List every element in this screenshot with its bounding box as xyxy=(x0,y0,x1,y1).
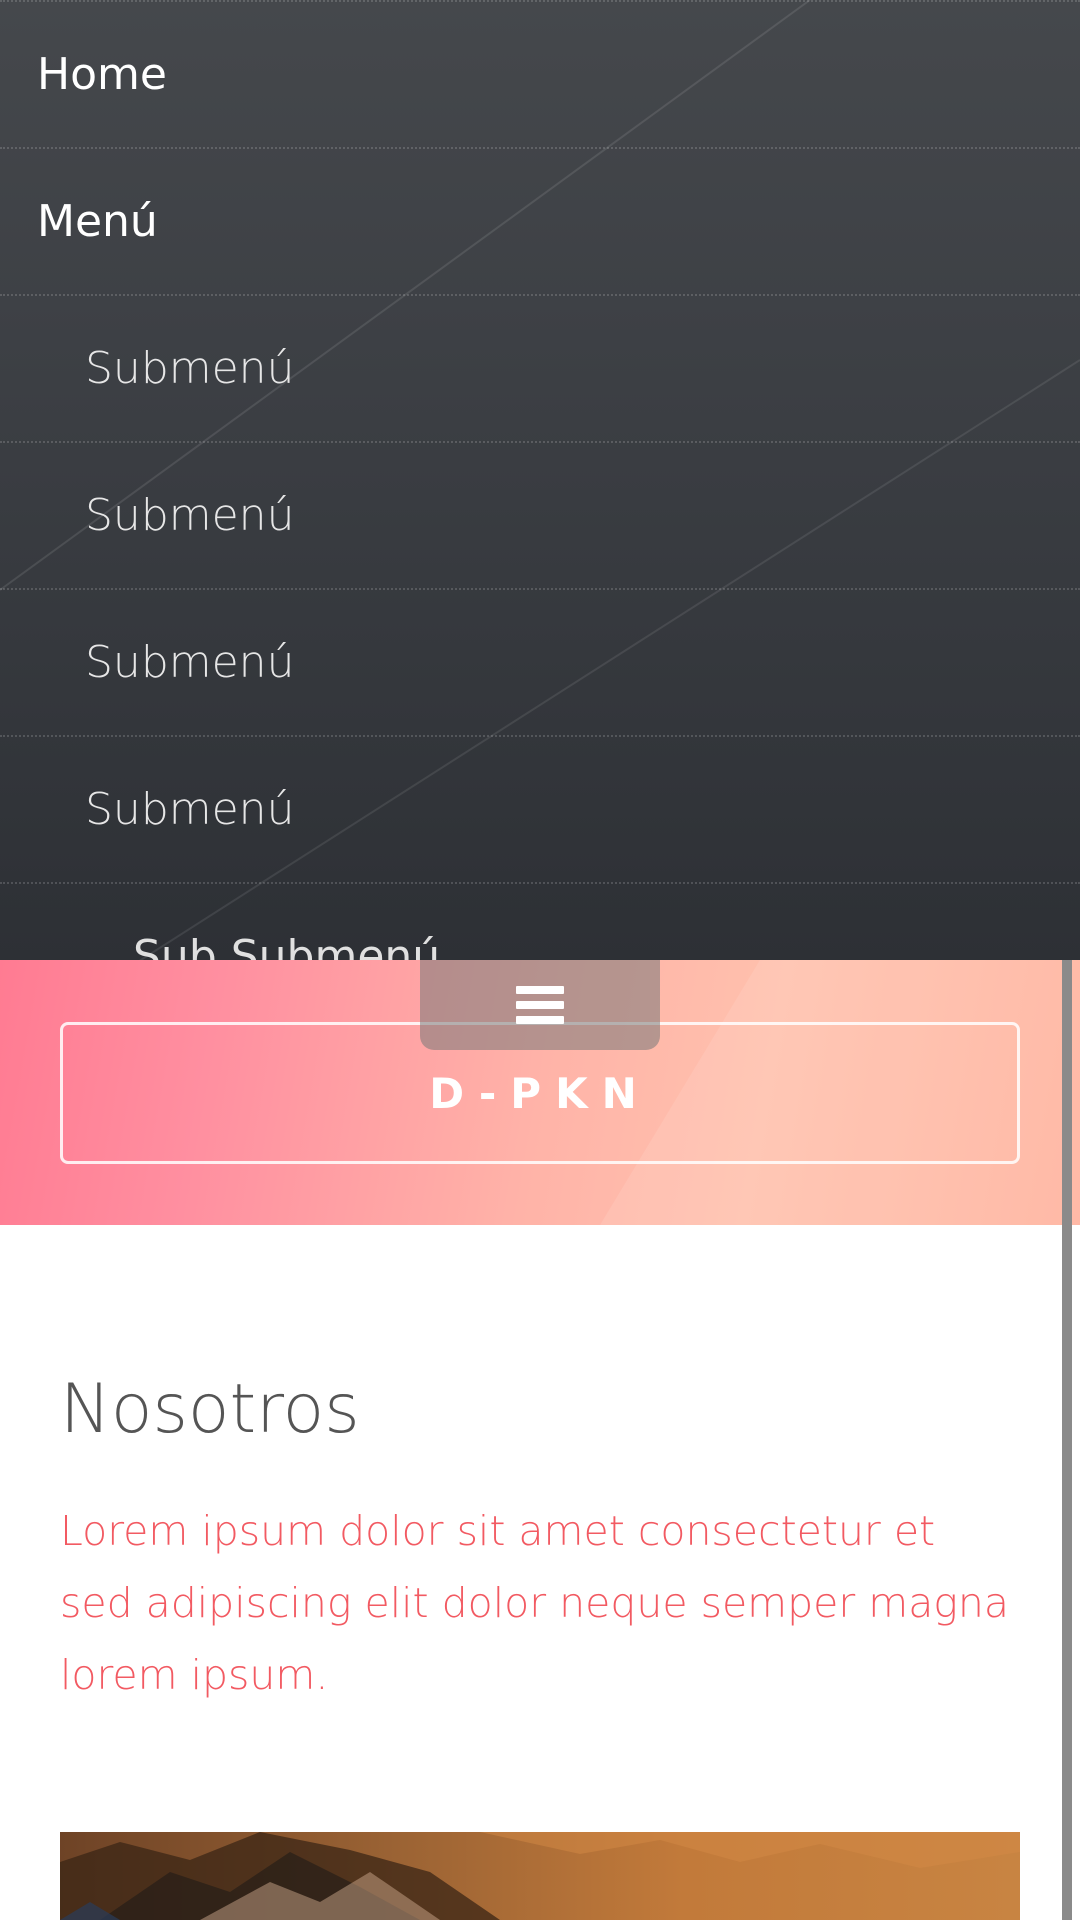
nav-item-label: Home xyxy=(37,48,167,100)
nav-subitem-3[interactable]: Submenú xyxy=(0,588,1080,734)
scrollbar[interactable] xyxy=(1062,960,1072,1920)
nav-item-label: Submenú xyxy=(85,489,295,541)
nav-item-label: Menú xyxy=(37,195,158,247)
hamburger-icon xyxy=(516,986,564,1024)
nav-sub-subitem[interactable]: Sub Submenú xyxy=(0,882,1080,960)
nav-item-menu[interactable]: Menú xyxy=(0,147,1080,293)
menu-toggle-button[interactable] xyxy=(420,960,660,1050)
nav-item-label: Sub Submenú xyxy=(133,930,441,961)
section-title: Nosotros xyxy=(60,1370,360,1449)
nav-item-label: Submenú xyxy=(85,636,295,688)
section-text: Lorem ipsum dolor sit amet consectetur e… xyxy=(60,1507,1010,1699)
nav-item-label: Submenú xyxy=(85,783,295,835)
nav-item-home[interactable]: Home xyxy=(0,0,1080,146)
navigation-panel: Home Menú Submenú Submenú Submenú Submen… xyxy=(0,0,1080,960)
hero-image xyxy=(60,1832,1020,1920)
nav-item-label: Submenú xyxy=(85,342,295,394)
header-band: D-PKN xyxy=(0,960,1080,1225)
page: Home Menú Submenú Submenú Submenú Submen… xyxy=(0,0,1080,1920)
nav-subitem-1[interactable]: Submenú xyxy=(0,294,1080,440)
nav-subitem-2[interactable]: Submenú xyxy=(0,441,1080,587)
brand-name: D-PKN xyxy=(429,1068,651,1118)
nav-subitem-4[interactable]: Submenú xyxy=(0,735,1080,881)
mountain-photo xyxy=(60,1832,1020,1920)
